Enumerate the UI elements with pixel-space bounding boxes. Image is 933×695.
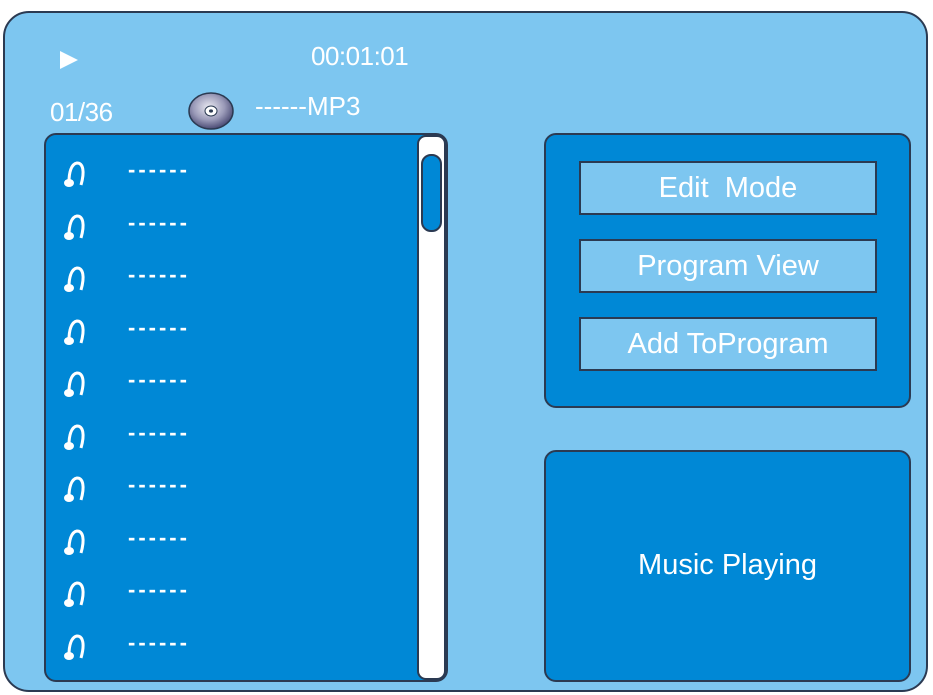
list-item[interactable]: ------ [64, 472, 404, 508]
music-note-icon [64, 161, 85, 187]
list-item[interactable]: ------ [64, 367, 404, 403]
music-note-icon [64, 214, 85, 240]
music-note-icon [64, 266, 85, 292]
music-note-icon [64, 371, 85, 397]
track-title: ------ [128, 420, 190, 445]
track-title: ------ [128, 157, 190, 182]
cd-disc-icon [188, 92, 234, 130]
add-to-program-button[interactable]: Add ToProgram [579, 317, 877, 371]
program-view-button[interactable]: Program View [579, 239, 877, 293]
list-item[interactable]: ------ [64, 525, 404, 561]
list-item[interactable]: ------ [64, 262, 404, 298]
list-item[interactable]: ------ [64, 315, 404, 351]
music-note-icon [64, 424, 85, 450]
music-note-icon [64, 634, 85, 660]
scrollbar-thumb[interactable] [421, 154, 442, 232]
track-counter: 01/36 [50, 97, 113, 127]
elapsed-time: 00:01:01 [311, 41, 409, 71]
play-icon[interactable] [58, 49, 80, 71]
music-note-icon [64, 319, 85, 345]
track-title: ------ [128, 315, 190, 340]
status-text: Music Playing [638, 549, 817, 581]
music-note-icon [64, 581, 85, 607]
list-scrollbar[interactable] [417, 135, 446, 680]
list-item[interactable]: ------ [64, 420, 404, 456]
edit-mode-button[interactable]: Edit Mode [579, 161, 877, 215]
status-panel: Music Playing [544, 450, 911, 682]
track-title: ------ [128, 577, 190, 602]
track-title: ------ [128, 367, 190, 392]
track-list: ------ ------ ------ ------ ------ -----… [44, 133, 448, 682]
music-note-icon [64, 476, 85, 502]
music-note-icon [64, 529, 85, 555]
list-item[interactable]: ------ [64, 577, 404, 613]
track-title: ------ [128, 262, 190, 287]
list-item[interactable]: ------ [64, 210, 404, 246]
player-window: 00:01:01 01/36 ------MP3 ------ ------ -… [3, 11, 928, 692]
list-item[interactable]: ------ [64, 630, 404, 666]
track-title: ------ [128, 525, 190, 550]
file-format: ------MP3 [255, 91, 361, 121]
track-title: ------ [128, 630, 190, 655]
track-title: ------ [128, 472, 190, 497]
options-menu: Edit Mode Program View Add ToProgram [544, 133, 911, 408]
list-item[interactable]: ------ [64, 157, 404, 193]
track-title: ------ [128, 210, 190, 235]
